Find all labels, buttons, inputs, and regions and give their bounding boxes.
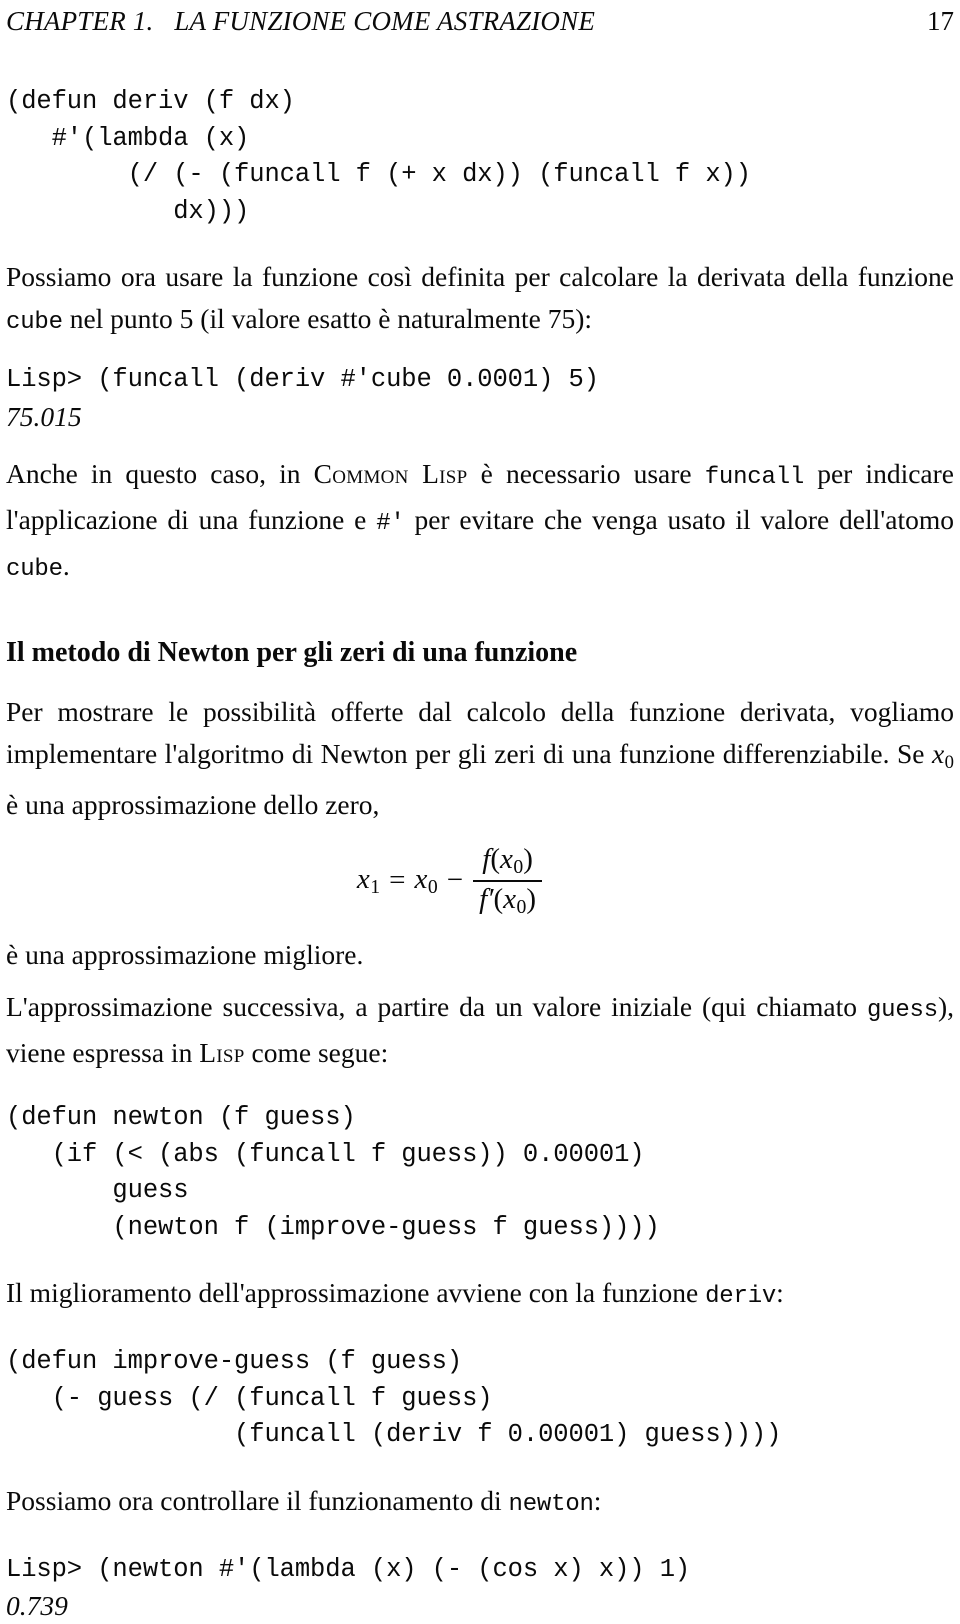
equation-operator: −	[446, 864, 464, 897]
text-fragment: è una approssimazione dello zero,	[6, 788, 380, 820]
math-subscript: 0	[944, 751, 954, 773]
equation-rhs-term: x0	[415, 863, 438, 900]
repl-input-deriv: Lisp> (funcall (deriv #'cube 0.0001) 5)	[6, 365, 599, 394]
code-block-newton: (defun newton (f guess) (if (< (abs (fun…	[6, 1103, 660, 1242]
smallcaps-common-lisp: Common Lisp	[313, 457, 468, 489]
paragraph-per-mostrare: Per mostrare le possibilità offerte dal …	[6, 691, 954, 826]
math-variable: x	[356, 862, 370, 895]
paragraph-possiamo: Possiamo ora usare la funzione così defi…	[6, 256, 954, 344]
paragraph-controllare: Possiamo ora controllare il funzionament…	[6, 1480, 954, 1526]
inline-code-newton: newton	[508, 1490, 594, 1518]
repl-input-newton: Lisp> (newton #'(lambda (x) (- (cos x) x…	[6, 1554, 691, 1584]
paragraph-migliore: è una approssimazione migliore.	[6, 939, 364, 971]
running-head-chapter-title: CHAPTER 1. LA FUNZIONE COME ASTRAZIONE	[6, 6, 596, 36]
inline-code-funcall: funcall	[704, 463, 805, 491]
smallcaps-lisp: Lisp	[199, 1037, 245, 1069]
text-fragment: :	[776, 1277, 784, 1309]
text-fragment: per evitare che venga usato il valore de…	[404, 503, 954, 535]
paragraph-successiva: L'approssimazione successiva, a partire …	[6, 986, 954, 1074]
text-fragment: .	[62, 549, 70, 581]
page-number: 17	[927, 6, 954, 36]
equation-lhs: x1	[357, 863, 380, 900]
math-subscript: 0	[516, 896, 527, 919]
code-block-deriv: (defun deriv (f dx) #'(lambda (x) (/ (- …	[6, 87, 751, 226]
text-fragment: Possiamo ora usare la funzione così defi…	[6, 261, 954, 292]
running-head: CHAPTER 1. LA FUNZIONE COME ASTRAZIONE 1…	[6, 6, 954, 42]
fraction-numerator: f(x0)	[476, 842, 539, 880]
display-equation-newton: x1 = x0 − f(x0) f′(x0)	[6, 836, 954, 924]
text-fragment: Possiamo ora controllare il funzionament…	[6, 1484, 509, 1516]
section-heading-newton: Il metodo di Newton per gli zeri di una …	[6, 636, 578, 668]
math-close-paren: )	[526, 882, 537, 915]
math-subscript: 0	[513, 856, 524, 879]
inline-code-sharpquote: #'	[376, 509, 405, 537]
text-fragment: Per mostrare le possibilità offerte dal …	[6, 695, 954, 769]
text-fragment: è necessario usare	[467, 457, 705, 489]
inline-code-cube-2: cube	[6, 555, 63, 583]
equation-relation: =	[389, 864, 406, 897]
equation-fraction: f(x0) f′(x0)	[473, 842, 543, 920]
text-fragment: nel punto 5 (il valore esatto è naturalm…	[62, 303, 593, 334]
math-open-paren: (	[490, 842, 500, 875]
page-content: (defun deriv (f dx) #'(lambda (x) (/ (- …	[6, 84, 954, 1624]
text-fragment: Anche in questo caso, in	[6, 457, 314, 489]
inline-code-guess: guess	[866, 997, 938, 1025]
document-page: CHAPTER 1. LA FUNZIONE COME ASTRAZIONE 1…	[0, 0, 960, 1621]
text-fragment: come segue:	[244, 1037, 389, 1069]
math-subscript: 1	[370, 876, 381, 899]
math-close-paren: )	[523, 842, 533, 875]
inline-code-cube: cube	[6, 309, 63, 336]
math-subscript: 0	[427, 876, 438, 899]
paragraph-anche: Anche in questo caso, in Common Lisp è n…	[6, 453, 954, 591]
text-fragment: L'approssimazione successiva, a partire …	[6, 991, 867, 1023]
math-variable: x	[931, 737, 945, 769]
text-fragment: :	[593, 1484, 602, 1516]
text-fragment: Il miglioramento dell'approssimazione av…	[6, 1277, 706, 1309]
math-variable: x	[500, 842, 513, 875]
repl-output-deriv: 75.015	[6, 400, 82, 432]
math-inline-x0: x0	[931, 737, 954, 773]
math-variable: x	[503, 882, 517, 915]
math-open-paren: (	[493, 882, 504, 915]
inline-code-deriv: deriv	[705, 1283, 777, 1311]
fraction-denominator: f′(x0)	[473, 882, 542, 920]
code-block-improve-guess: (defun improve-guess (f guess) (- guess …	[6, 1347, 782, 1450]
paragraph-miglioramento: Il miglioramento dell'approssimazione av…	[6, 1272, 954, 1318]
math-variable: x	[414, 862, 428, 895]
repl-output-newton: 0.739	[6, 1590, 68, 1622]
